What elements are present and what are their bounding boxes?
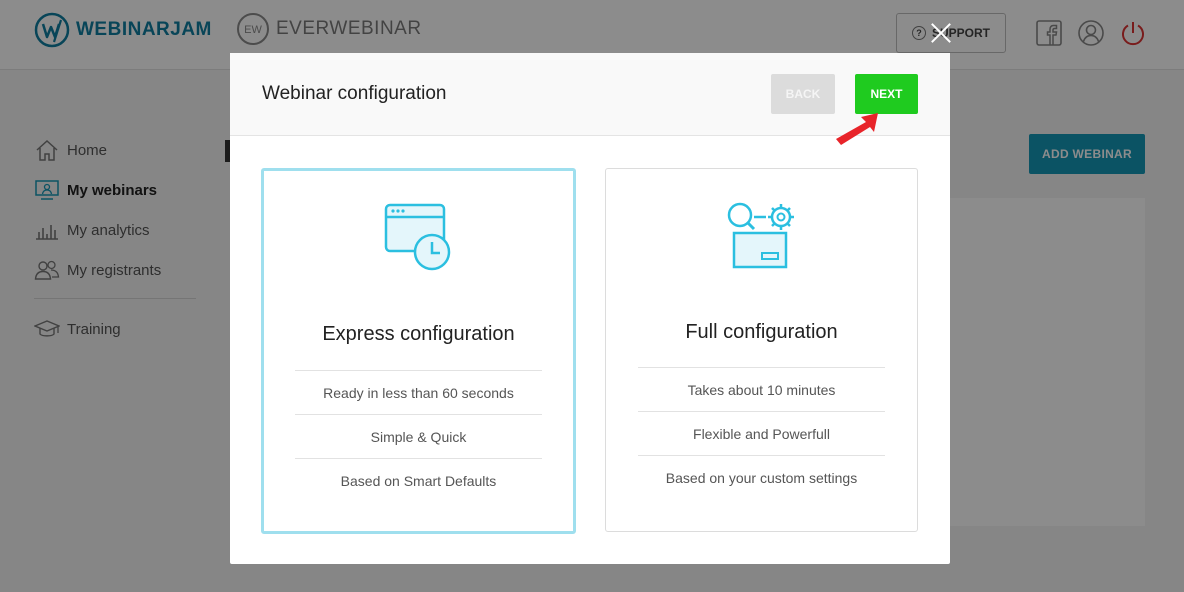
browser-clock-icon (384, 203, 450, 271)
close-icon[interactable] (928, 20, 954, 46)
express-configuration-card[interactable]: Express configuration Ready in less than… (261, 168, 576, 534)
full-configuration-card[interactable]: Full configuration Takes about 10 minute… (605, 168, 918, 532)
webinar-configuration-modal: Webinar configuration BACK NEXT Express … (230, 53, 950, 564)
feature-list: Takes about 10 minutes Flexible and Powe… (638, 367, 885, 499)
feature-item: Based on your custom settings (638, 455, 885, 499)
feature-list: Ready in less than 60 seconds Simple & Q… (295, 370, 542, 502)
feature-item: Simple & Quick (295, 414, 542, 458)
feature-item: Based on Smart Defaults (295, 458, 542, 502)
feature-item: Takes about 10 minutes (638, 367, 885, 411)
modal-header: Webinar configuration BACK NEXT (230, 53, 950, 145)
card-title: Express configuration (322, 323, 515, 345)
feature-item: Ready in less than 60 seconds (295, 370, 542, 414)
modal-title: Webinar configuration (262, 83, 447, 104)
pointer-arrow-icon (836, 113, 878, 145)
search-gear-box-icon (727, 202, 794, 269)
back-button[interactable]: BACK (771, 74, 835, 114)
card-title: Full configuration (685, 321, 838, 343)
next-button[interactable]: NEXT (855, 74, 918, 114)
feature-item: Flexible and Powerfull (638, 411, 885, 455)
